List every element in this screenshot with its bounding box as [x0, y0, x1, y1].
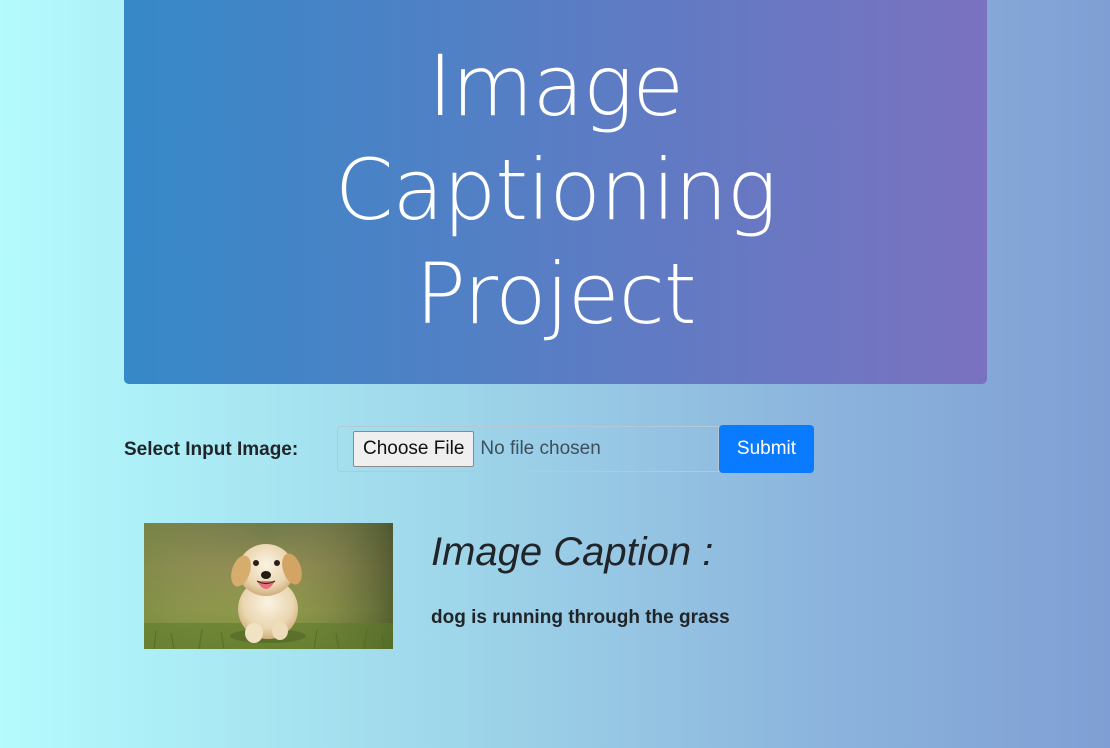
- header-banner: Image Captioning Project: [124, 0, 987, 384]
- caption-text: dog is running through the grass: [431, 607, 730, 628]
- choose-file-button[interactable]: Choose File: [353, 431, 475, 467]
- puppy-photo: [144, 523, 393, 649]
- caption-heading: Image Caption :: [431, 530, 714, 574]
- select-image-label: Select Input Image:: [124, 439, 299, 460]
- file-input[interactable]: Choose File No file chosen: [337, 426, 719, 472]
- file-status-text: No file chosen: [480, 438, 601, 459]
- upload-form: Select Input Image: Choose File No file …: [124, 425, 814, 473]
- page-title: Image Captioning Project: [334, 37, 777, 343]
- submit-button[interactable]: Submit: [719, 425, 814, 473]
- uploaded-image: [144, 523, 393, 649]
